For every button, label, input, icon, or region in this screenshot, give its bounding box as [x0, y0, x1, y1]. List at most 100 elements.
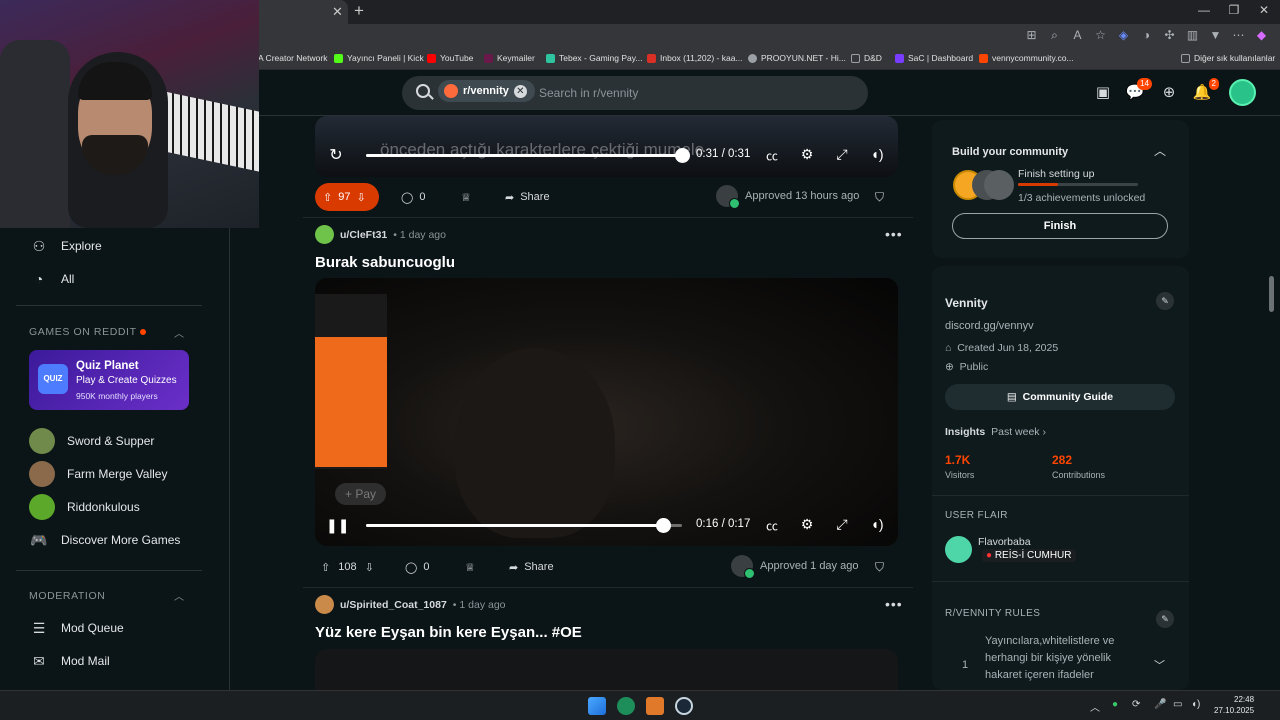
community-guide-button[interactable]: ▤ Community Guide: [945, 384, 1175, 410]
microphone-icon[interactable]: 🎤: [1154, 699, 1166, 710]
minimize-icon[interactable]: —: [1192, 3, 1216, 17]
extensions-puzzle-icon[interactable]: ✣: [1161, 27, 1178, 44]
sidebar-item-sword-supper[interactable]: Sword & Supper: [29, 428, 154, 454]
bookmark-item[interactable]: SaC | Dashboard: [895, 53, 973, 63]
other-bookmarks[interactable]: Diğer sık kullanılanlar: [1181, 53, 1275, 63]
pause-icon[interactable]: ❚❚: [326, 517, 349, 534]
bookmark-item[interactable]: Tebex - Gaming Pay...: [546, 53, 642, 63]
split-screen-icon[interactable]: ▥: [1184, 27, 1201, 44]
upvote-icon[interactable]: ⇧: [321, 561, 330, 574]
bookmark-item[interactable]: vennycommunity.co...: [979, 53, 1074, 63]
close-window-icon[interactable]: ✕: [1252, 3, 1276, 17]
chevron-down-icon[interactable]: ﹀: [1154, 657, 1165, 673]
extension-icon[interactable]: ◑: [1138, 27, 1155, 44]
sidebar-item-discover-games[interactable]: 🎮 Discover More Games: [29, 530, 180, 550]
bookmark-item[interactable]: Yayıncı Paneli | Kick: [334, 53, 424, 63]
author-avatar[interactable]: [315, 225, 334, 244]
captions-icon[interactable]: ㏄: [762, 147, 782, 164]
app-available-icon[interactable]: ⊞: [1023, 27, 1040, 44]
extension-icon[interactable]: ◈: [1115, 27, 1132, 44]
system-clock[interactable]: 22:48 27.10.2025: [1214, 694, 1254, 716]
chat-icon[interactable]: 💬 14: [1124, 78, 1152, 104]
insights-row[interactable]: Insights Past week ›: [945, 426, 1046, 438]
games-section-title[interactable]: GAMES ON REDDIT: [29, 326, 146, 338]
app-icon[interactable]: [646, 697, 664, 715]
sidebar-item-riddonkulous[interactable]: Riddonkulous: [29, 494, 140, 520]
bookmark-item[interactable]: PROOYUN.NET - Hi...: [748, 53, 846, 63]
author-avatar[interactable]: [315, 595, 334, 614]
bookmark-item[interactable]: D&D: [851, 53, 882, 63]
mod-shield-icon[interactable]: ⛉: [875, 560, 884, 575]
chevron-up-icon[interactable]: ︿: [174, 588, 184, 603]
maximize-icon[interactable]: ❐: [1222, 3, 1246, 17]
rule-text[interactable]: Yayıncılara,whitelistlere ve herhangi bi…: [985, 633, 1145, 684]
sidebar-item-explore[interactable]: ⚇ Explore: [29, 236, 102, 256]
steam-icon[interactable]: [675, 697, 693, 715]
new-tab-icon[interactable]: +: [354, 1, 364, 21]
browser-menu-icon[interactable]: ⋯: [1230, 27, 1247, 44]
fullscreen-icon[interactable]: ⤢: [832, 516, 852, 533]
upvote-icon[interactable]: ⇧: [323, 191, 332, 204]
bookmark-item[interactable]: Inbox (11,202) - kaa...: [647, 53, 743, 63]
share-button[interactable]: ➦ Share: [495, 183, 560, 211]
captions-icon[interactable]: ㏄: [762, 517, 782, 534]
comments-button[interactable]: ◯ 0: [391, 183, 435, 211]
post-title[interactable]: Yüz kere Eyşan bin kere Eyşan... #OE: [315, 624, 582, 641]
volume-icon[interactable]: ◖): [867, 516, 887, 532]
advertise-icon[interactable]: ▣: [1092, 82, 1114, 104]
quiz-planet-card[interactable]: QUIZ Quiz Planet Play & Create Quizzes 9…: [29, 350, 189, 410]
volume-icon[interactable]: ◖): [1191, 699, 1200, 710]
subreddit-chip[interactable]: r/vennity ✕: [438, 80, 535, 102]
edit-icon[interactable]: ✎: [1156, 610, 1174, 628]
tray-app-icon[interactable]: ●: [1112, 699, 1118, 710]
author-name[interactable]: u/CleFt31: [340, 229, 387, 241]
edit-icon[interactable]: ✎: [1156, 292, 1174, 310]
bookmark-item[interactable]: A Creator Network: [258, 53, 327, 63]
replay-icon[interactable]: ↻: [326, 145, 346, 165]
bookmark-item[interactable]: YouTube: [427, 53, 473, 63]
sidebar-item-farm-merge[interactable]: Farm Merge Valley: [29, 461, 167, 487]
award-button[interactable]: ♕: [455, 553, 485, 581]
sidebar-item-all[interactable]: ◔ All: [29, 269, 75, 289]
sidebar-item-mod-queue[interactable]: ☰ Mod Queue: [29, 618, 124, 638]
comments-button[interactable]: ◯ 0: [395, 553, 439, 581]
zoom-icon[interactable]: ⌕: [1046, 27, 1063, 44]
video-progress[interactable]: [366, 148, 690, 163]
vpn-icon[interactable]: ▼: [1207, 27, 1224, 44]
create-post-icon[interactable]: ⊕: [1158, 82, 1180, 104]
page-scrollbar[interactable]: [1268, 116, 1275, 690]
chevron-up-icon[interactable]: ︿: [1154, 142, 1166, 159]
video-progress[interactable]: [366, 518, 682, 533]
mod-shield-icon[interactable]: ⛉: [875, 190, 884, 205]
settings-gear-icon[interactable]: ⚙: [797, 146, 817, 163]
read-aloud-icon[interactable]: A: [1069, 27, 1086, 44]
share-button[interactable]: ➦ Share: [499, 553, 564, 581]
bookmark-item[interactable]: Keymailer: [484, 53, 535, 63]
edge-icon[interactable]: [617, 697, 635, 715]
tray-chevron-icon[interactable]: ︿: [1090, 699, 1100, 714]
post-title[interactable]: Burak sabuncuoglu: [315, 254, 455, 271]
video-player[interactable]: [315, 649, 898, 690]
scrollbar-thumb[interactable]: [1269, 276, 1274, 312]
search-input[interactable]: Search in r/vennity: [539, 86, 638, 100]
tray-sync-icon[interactable]: ⟳: [1132, 699, 1140, 710]
notifications-icon[interactable]: 🔔 2: [1191, 78, 1219, 104]
fullscreen-icon[interactable]: ⤢: [832, 146, 852, 163]
favorite-star-icon[interactable]: ☆: [1092, 27, 1109, 44]
network-icon[interactable]: ▭: [1173, 699, 1182, 710]
copilot-icon[interactable]: ◆: [1253, 27, 1270, 44]
user-avatar[interactable]: [1229, 79, 1256, 106]
award-button[interactable]: ♕: [451, 183, 481, 211]
author-name[interactable]: u/Spirited_Coat_1087: [340, 599, 447, 611]
more-options-icon[interactable]: •••: [885, 596, 903, 612]
finish-button[interactable]: Finish: [952, 213, 1168, 239]
progress-knob[interactable]: [656, 518, 672, 533]
video-player[interactable]: + Pay ❚❚ 0:16 / 0:17 ㏄ ⚙ ⤢ ◖): [315, 278, 898, 546]
downvote-icon[interactable]: ⇩: [365, 561, 374, 574]
close-tab-icon[interactable]: ✕: [332, 4, 343, 20]
volume-icon[interactable]: ◖): [867, 146, 887, 162]
chevron-up-icon[interactable]: ︿: [174, 325, 184, 340]
clear-chip-icon[interactable]: ✕: [513, 84, 527, 98]
downvote-icon[interactable]: ⇩: [356, 191, 365, 204]
settings-gear-icon[interactable]: ⚙: [797, 516, 817, 533]
